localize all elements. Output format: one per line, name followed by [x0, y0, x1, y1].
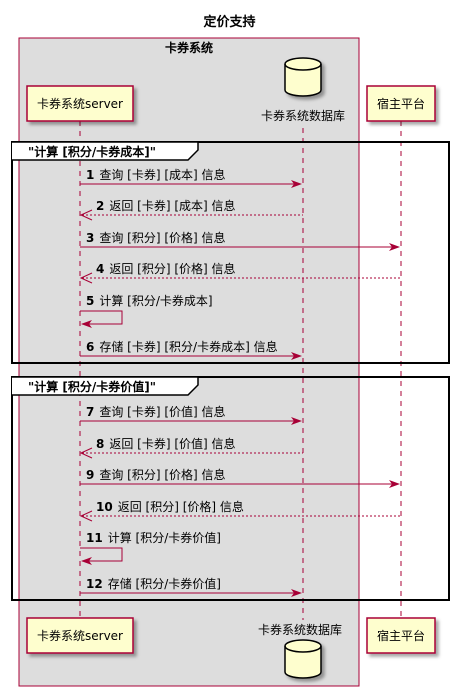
participant-server-top: 卡券系统server [26, 85, 134, 122]
svg-text:卡券系统数据库: 卡券系统数据库 [258, 622, 342, 637]
database-icon [284, 639, 322, 679]
svg-text:3查询 [积分] [价格] 信息: 3 查询 [积分] [价格] 信息 [86, 230, 226, 245]
participant-server-bottom: 卡券系统server [26, 617, 134, 654]
svg-text:2返回 [卡券] [成本] 信息: 2 返回 [卡券] [成本] 信息 [96, 198, 236, 213]
group-label: 卡券系统 [165, 40, 213, 55]
svg-text:卡券系统数据库: 卡券系统数据库 [261, 108, 345, 123]
svg-text:卡券系统server: 卡券系统server [37, 96, 123, 111]
svg-text:卡券系统server: 卡券系统server [37, 628, 123, 643]
fragment-1-label: "计算 [积分/卡券成本]" [28, 144, 156, 159]
svg-text:4返回 [积分] [价格] 信息: 4 返回 [积分] [价格] 信息 [96, 261, 236, 276]
diagram-title: 定价支持 [202, 14, 255, 30]
svg-text:6存储 [卡券] [积分/卡券成本] 信息: 6 存储 [卡券] [积分/卡券成本] 信息 [86, 339, 278, 354]
svg-text:9查询 [积分] [价格] 信息: 9 查询 [积分] [价格] 信息 [86, 467, 226, 482]
svg-text:宿主平台: 宿主平台 [377, 96, 425, 111]
database-icon [284, 57, 322, 97]
sequence-diagram: 定价支持 卡券系统 卡券系统server 卡券系统数据库 宿主平台 卡券系统se… [11, 14, 450, 687]
svg-text:7查询 [卡券] [价值] 信息: 7 查询 [卡券] [价值] 信息 [86, 404, 226, 419]
fragment-2-label: "计算 [积分/卡券价值]" [28, 379, 156, 394]
svg-text:8返回 [卡券] [价值] 信息: 8 返回 [卡券] [价值] 信息 [96, 436, 236, 451]
svg-text:1查询 [卡券] [成本] 信息: 1 查询 [卡券] [成本] 信息 [86, 167, 226, 182]
svg-text:10返回 [积分] [价格] 信息: 10 返回 [积分] [价格] 信息 [96, 499, 244, 514]
svg-text:宿主平台: 宿主平台 [377, 628, 425, 643]
participant-host-top: 宿主平台 [366, 85, 436, 122]
svg-text:5计算 [积分/卡券成本]: 5 计算 [积分/卡券成本] [86, 293, 213, 308]
participant-host-bottom: 宿主平台 [366, 617, 436, 654]
